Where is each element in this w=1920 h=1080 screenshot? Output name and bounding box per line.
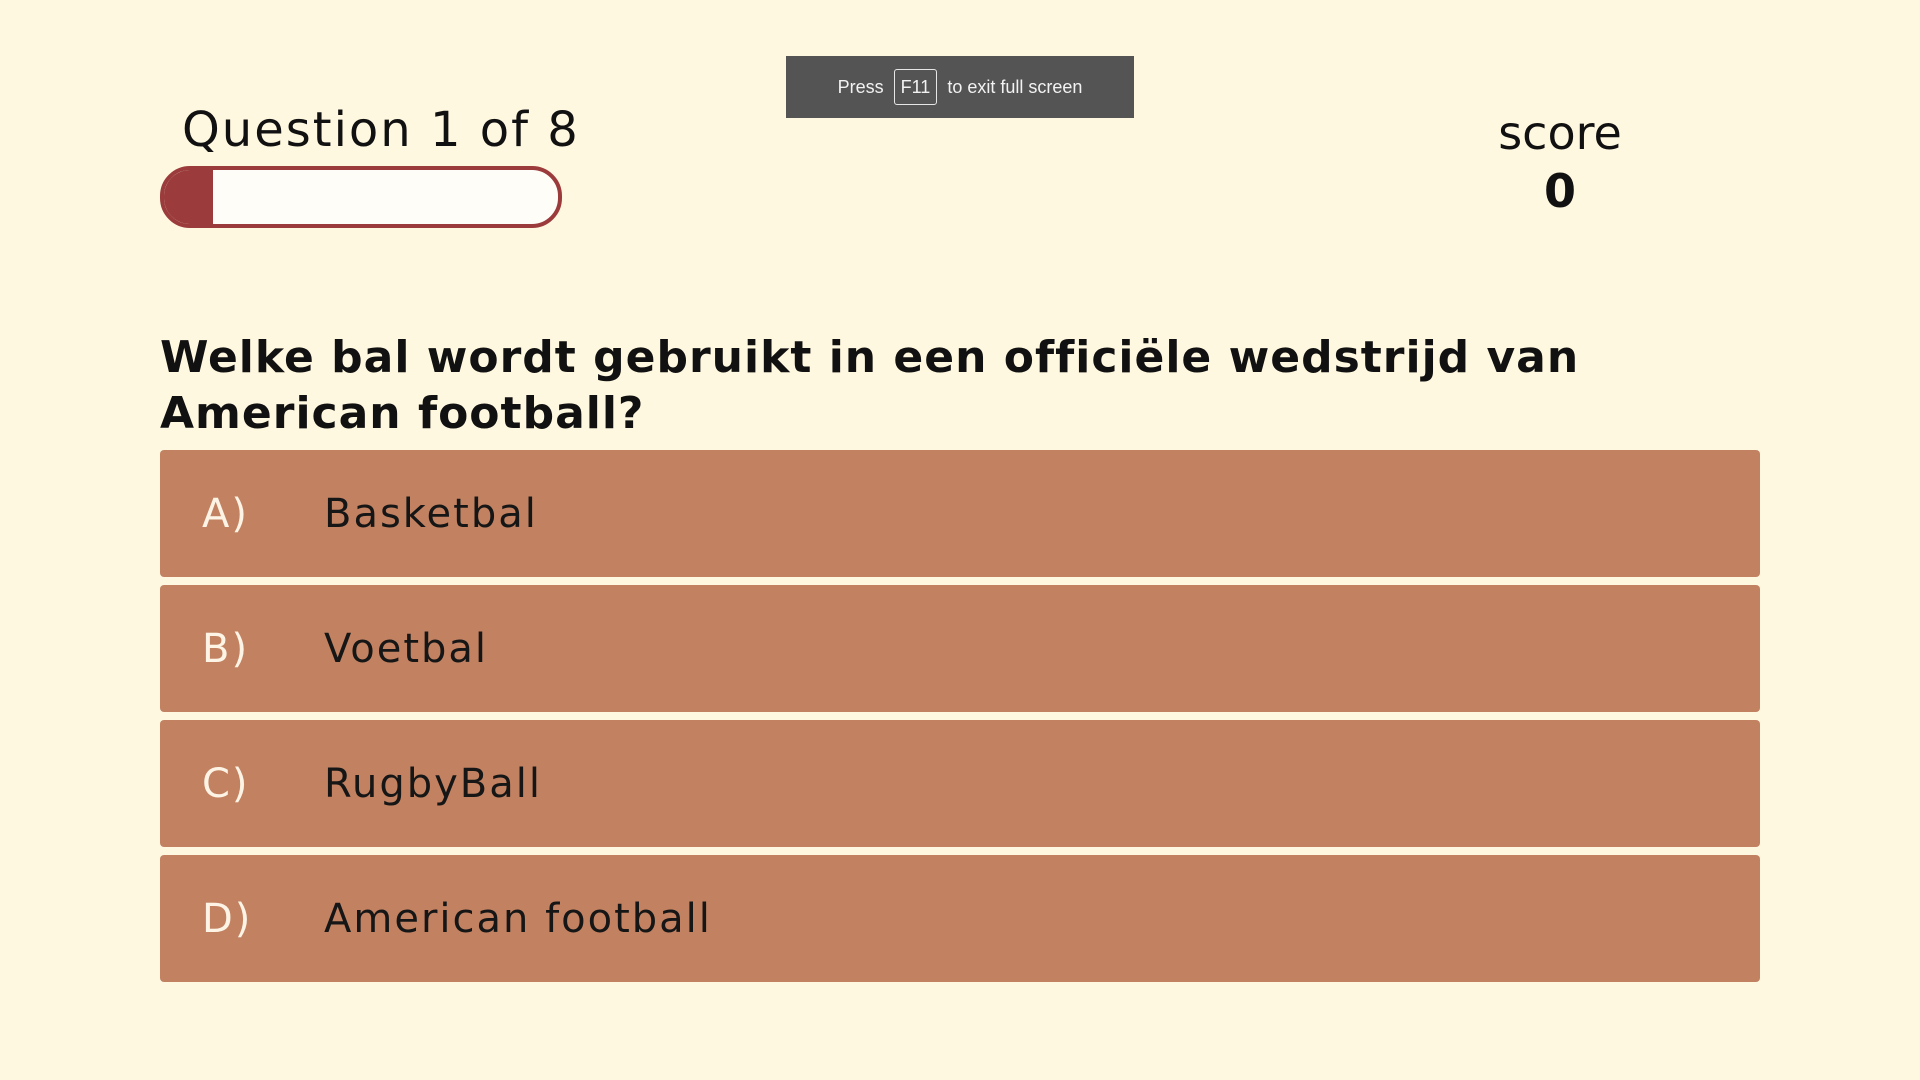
choice-a-button[interactable]: A) Basketbal <box>160 450 1760 577</box>
f11-key-badge: F11 <box>893 69 938 105</box>
choice-d-button[interactable]: D) American football <box>160 855 1760 982</box>
question-text: Welke bal wordt gebruikt in een officiël… <box>160 332 1580 439</box>
choice-prefix: A) <box>202 490 249 537</box>
choice-prefix: B) <box>202 625 250 672</box>
question-progress-panel: Question 1 of 8 <box>160 100 580 228</box>
choice-c-button[interactable]: C) RugbyBall <box>160 720 1760 847</box>
score-label: score <box>1498 106 1622 160</box>
choice-text: Basketbal <box>324 490 538 537</box>
choice-text: American football <box>324 895 712 942</box>
fullscreen-notice-suffix: to exit full screen <box>947 76 1083 97</box>
answer-choices: A) Basketbal B) Voetbal C) RugbyBall D) … <box>160 450 1760 990</box>
choice-b-button[interactable]: B) Voetbal <box>160 585 1760 712</box>
choice-prefix: C) <box>202 760 250 807</box>
fullscreen-notice: Press F11 to exit full screen <box>786 56 1134 118</box>
choice-text: RugbyBall <box>324 760 542 807</box>
choice-prefix: D) <box>202 895 253 942</box>
fullscreen-notice-prefix: Press <box>837 76 884 97</box>
question-counter: Question 1 of 8 <box>182 102 580 158</box>
progress-bar-fill <box>164 170 214 224</box>
quiz-page: Press F11 to exit full screen Question 1… <box>0 0 1920 1080</box>
score-panel: score 0 <box>1460 104 1660 220</box>
choice-text: Voetbal <box>324 625 489 672</box>
progress-bar <box>160 166 562 228</box>
score-value: 0 <box>1543 164 1576 218</box>
